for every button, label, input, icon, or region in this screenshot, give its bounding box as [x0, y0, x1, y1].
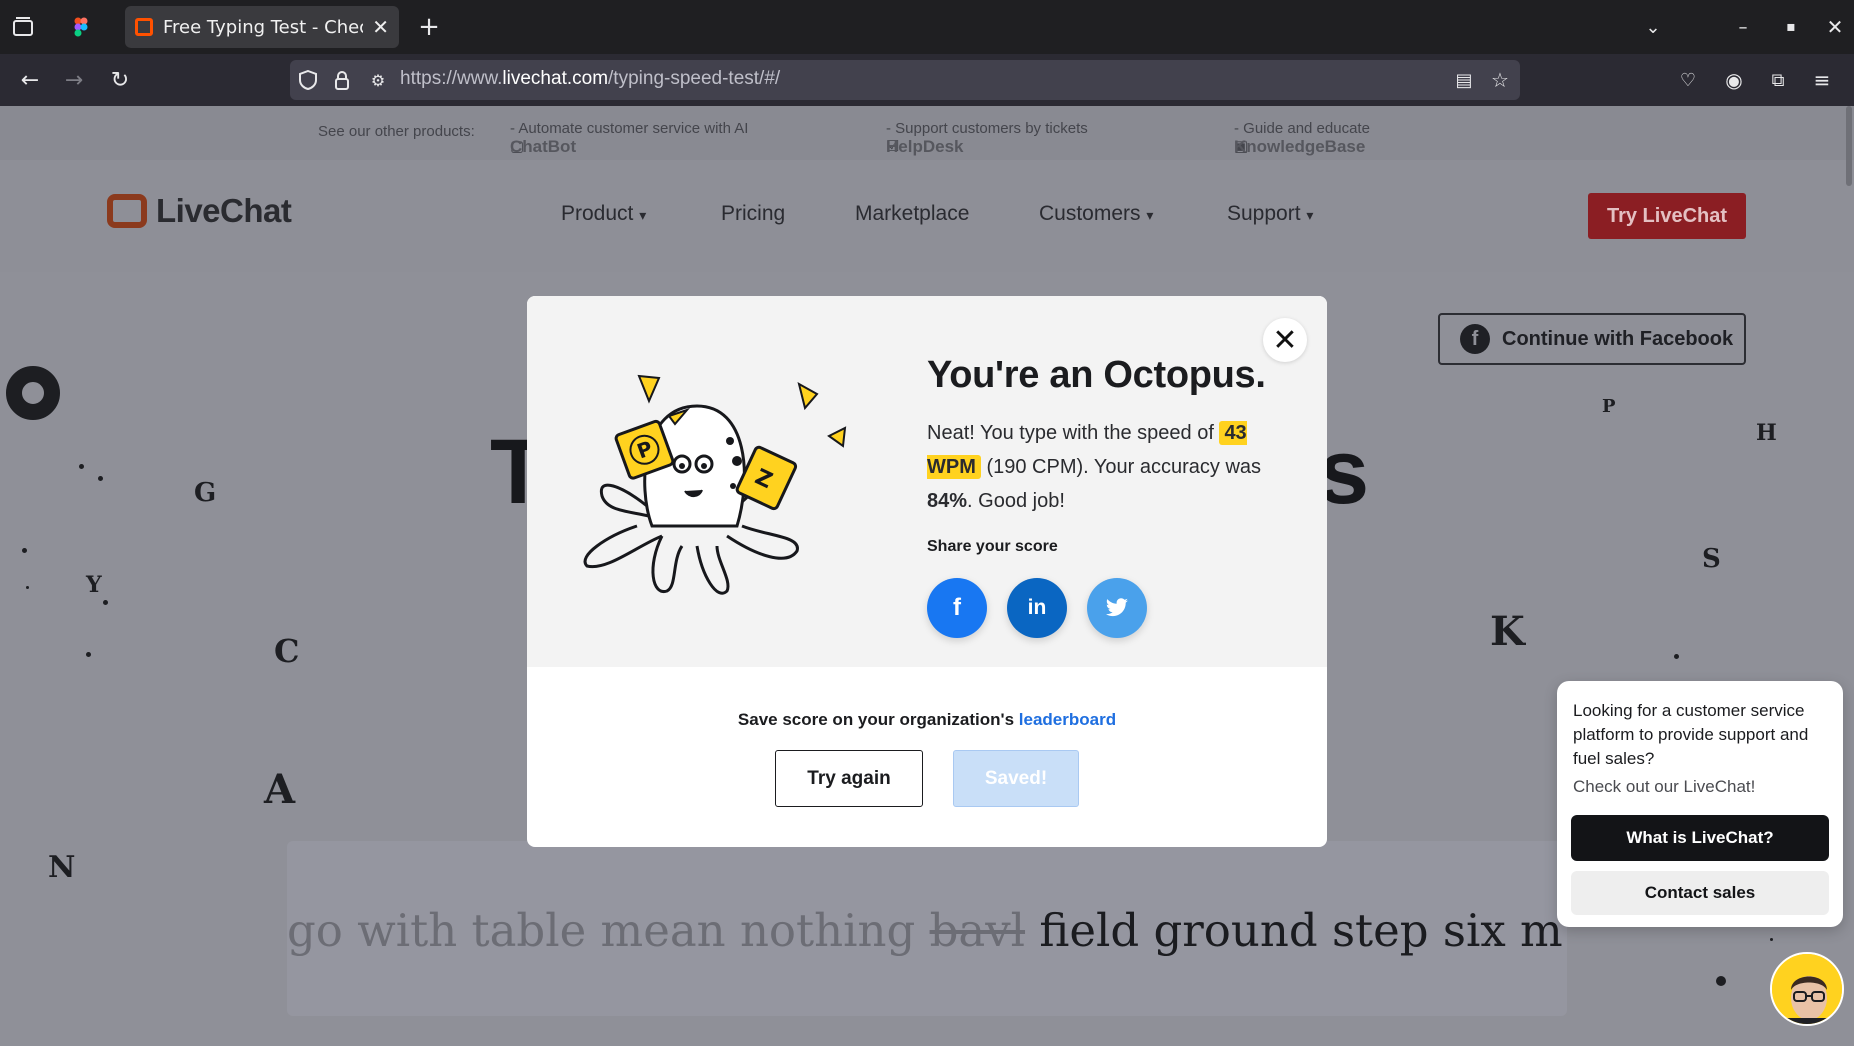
menu-icon[interactable]: ≡	[1810, 68, 1834, 92]
save-score-label: Save score on your organization's leader…	[737, 710, 1117, 729]
nav-marketplace[interactable]: Marketplace	[855, 202, 969, 226]
share-facebook-button[interactable]: f	[927, 578, 987, 638]
bookmark-star-icon[interactable]: ☆	[1488, 68, 1512, 92]
saved-button[interactable]: Saved!	[953, 750, 1079, 807]
permissions-icon[interactable]: ⚙	[366, 68, 390, 92]
products-bar: See our other products: ▢ ChatBot - Auto…	[0, 106, 1854, 160]
decor-letter: K	[1490, 608, 1525, 655]
page-scrollbar[interactable]	[1846, 106, 1852, 186]
tab-title: Free Typing Test - Check	[163, 16, 363, 38]
nav-customers[interactable]: Customers ▾	[1039, 202, 1153, 226]
decor-letter: C	[274, 632, 300, 670]
minimize-icon[interactable]: –	[1730, 14, 1756, 40]
decor-ring-shape	[6, 366, 60, 420]
share-linkedin-button[interactable]: in	[1007, 578, 1067, 638]
url-text[interactable]: https://www.livechat.com/typing-speed-te…	[400, 68, 780, 90]
reload-icon[interactable]: ↻	[106, 66, 134, 94]
octopus-illustration: P Z	[583, 374, 847, 595]
decor-dot	[1770, 938, 1773, 941]
decor-letter: G	[194, 478, 217, 508]
result-modal: P Z ✕ You're an Octopus. Neat! You type …	[527, 296, 1327, 847]
forward-icon[interactable]: →	[60, 66, 88, 94]
continue-facebook-button[interactable]: f Continue with Facebook	[1438, 313, 1746, 365]
twitter-icon	[1106, 598, 1128, 617]
decor-dot	[103, 600, 108, 605]
knowledgebase-link[interactable]: ▣ KnowledgeBase - Guide and educate	[1234, 120, 1370, 156]
accuracy-value: 84%	[927, 490, 968, 512]
decor-dot	[26, 586, 29, 589]
decor-dot	[86, 652, 91, 657]
chat-agent-avatar[interactable]	[1770, 952, 1844, 1026]
livechat-logo-icon[interactable]	[107, 194, 147, 228]
chat-greeting-subtext: Check out our LiveChat!	[1573, 777, 1756, 796]
contact-sales-button[interactable]: Contact sales	[1571, 871, 1829, 915]
shield-icon[interactable]	[296, 68, 320, 92]
decor-letter: N	[48, 850, 76, 885]
decor-letter: H	[1756, 420, 1777, 446]
active-tab[interactable]: Free Typing Test - Check ✕	[125, 6, 399, 48]
decor-dot	[98, 476, 103, 481]
decor-dot	[1716, 976, 1726, 986]
linkedin-icon: in	[1027, 596, 1047, 619]
facebook-icon: f	[953, 594, 961, 621]
helpdesk-link[interactable]: ☑ HelpDesk - Support customers by ticket…	[886, 120, 1088, 156]
decor-letter: P	[1602, 396, 1616, 417]
result-description: Neat! You type with the speed of 43 WPM …	[927, 421, 1262, 512]
chat-greeting-message: Looking for a customer service platform …	[1573, 701, 1809, 768]
leaderboard-link[interactable]: leaderboard	[1019, 710, 1116, 729]
decor-dot	[22, 548, 27, 553]
lock-icon[interactable]	[330, 68, 354, 92]
typed-words: go with table mean nothing	[287, 904, 930, 957]
upcoming-words: field ground step six much and w	[1039, 904, 1567, 957]
figma-tab-icon[interactable]	[68, 14, 94, 40]
result-title: You're an Octopus.	[927, 354, 1266, 396]
nav-pricing[interactable]: Pricing	[721, 202, 785, 226]
typing-area[interactable]: go with table mean nothing bavl field gr…	[287, 841, 1567, 1016]
products-label: See our other products:	[318, 123, 475, 140]
chatbot-link[interactable]: ▢ ChatBot - Automate customer service wi…	[510, 120, 748, 156]
try-livechat-button[interactable]: Try LiveChat	[1588, 193, 1746, 239]
chat-greeting-card: Looking for a customer service platform …	[1557, 681, 1843, 927]
decor-letter: S	[1702, 544, 1721, 574]
tab-overview-icon[interactable]	[10, 14, 36, 40]
decor-letter: A	[264, 766, 296, 813]
decor-dot	[79, 464, 84, 469]
account-icon[interactable]: ◉	[1722, 68, 1746, 92]
what-is-livechat-button[interactable]: What is LiveChat?	[1571, 815, 1829, 861]
site-logo[interactable]: LiveChat	[156, 192, 292, 230]
nav-product[interactable]: Product ▾	[561, 202, 646, 226]
decor-letter: Y	[86, 572, 102, 598]
maximize-icon[interactable]: ▪	[1778, 14, 1804, 40]
agent-face-icon	[1772, 954, 1842, 1024]
pocket-icon[interactable]: ♡	[1676, 68, 1700, 92]
decor-dot	[1674, 654, 1679, 659]
close-window-icon[interactable]: ✕	[1822, 14, 1848, 40]
new-tab-icon[interactable]: +	[416, 12, 442, 42]
share-twitter-button[interactable]	[1087, 578, 1147, 638]
tab-close-icon[interactable]: ✕	[372, 15, 389, 39]
try-again-button[interactable]: Try again	[775, 750, 923, 807]
reader-view-icon[interactable]: ▤	[1452, 68, 1476, 92]
continue-facebook-label: Continue with Facebook	[1502, 327, 1734, 350]
facebook-icon: f	[1460, 324, 1490, 354]
mistyped-word: bavl	[929, 904, 1026, 957]
livechat-favicon-icon	[135, 18, 153, 36]
modal-close-button[interactable]: ✕	[1263, 318, 1307, 362]
back-icon[interactable]: ←	[16, 66, 44, 94]
share-label: Share your score	[927, 538, 1058, 555]
typing-text-line: go with table mean nothing bavl field gr…	[287, 904, 1567, 957]
tab-list-chevron-icon[interactable]: ⌄	[1640, 14, 1666, 40]
nav-support[interactable]: Support ▾	[1227, 202, 1313, 226]
extensions-icon[interactable]: ⧉	[1766, 68, 1790, 92]
